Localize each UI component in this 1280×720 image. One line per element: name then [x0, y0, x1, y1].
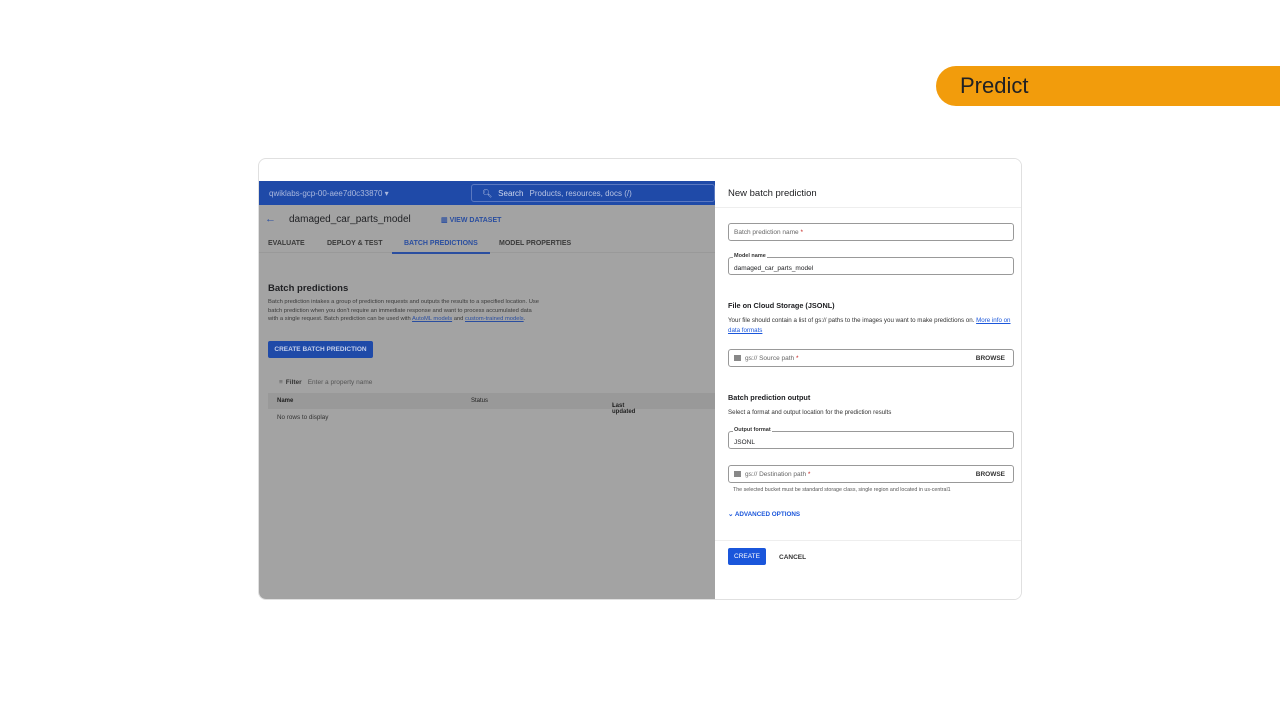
file-heading: File on Cloud Storage (JSONL): [728, 301, 835, 310]
search-label: Search: [498, 189, 524, 198]
file-description: Your file should contain a list of gs://…: [728, 317, 977, 324]
filter-bar[interactable]: ≡ Filter Enter a property name: [279, 379, 372, 386]
filter-icon: ≡: [279, 379, 283, 386]
required-mark: *: [795, 355, 799, 362]
batch-prediction-name-input[interactable]: Batch prediction name *: [728, 223, 1014, 241]
advanced-options-toggle[interactable]: ⌄ ADVANCED OPTIONS: [728, 511, 800, 518]
tab-model-properties[interactable]: MODEL PROPERTIES: [499, 240, 571, 247]
model-name-label: Model name: [733, 253, 767, 259]
search-bar[interactable]: 🔍︎ Search Products, resources, docs (/): [471, 184, 715, 202]
required-mark: *: [800, 229, 804, 236]
period: .: [523, 316, 526, 322]
filter-label: Filter: [285, 379, 302, 386]
divider: [715, 207, 1021, 208]
screenshot-card: qwiklabs-gcp-00-aee7d0c33870 ▾ 🔍︎ Search P…: [258, 158, 1022, 600]
back-arrow-icon[interactable]: ←: [265, 213, 276, 225]
cancel-button[interactable]: CANCEL: [779, 554, 806, 561]
top-bar: qwiklabs-gcp-00-aee7d0c33870 ▾ 🔍︎ Search P…: [259, 181, 715, 205]
model-title: damaged_car_parts_model: [289, 214, 411, 225]
source-path-input[interactable]: gs:// Source path * BROWSE: [728, 349, 1014, 367]
advanced-options-label: ADVANCED OPTIONS: [734, 511, 801, 518]
output-text: Select a format and output location for …: [728, 409, 892, 416]
sort-arrow-down-icon: ↓: [612, 403, 615, 409]
and-text: and: [452, 316, 466, 322]
slide-title: Predict: [936, 66, 1280, 106]
output-heading: Batch prediction output: [728, 393, 811, 402]
destination-placeholder: gs:// Destination path: [745, 471, 807, 478]
tab-batch-predictions[interactable]: BATCH PREDICTIONS: [392, 240, 490, 254]
project-name: qwiklabs-gcp-00-aee7d0c33870: [269, 189, 383, 198]
table-header: Name Status Last updated ↓: [268, 393, 715, 415]
description: Batch prediction intakes a group of pred…: [268, 298, 543, 324]
file-icon: [734, 355, 741, 362]
output-format-value: JSONL: [734, 439, 755, 446]
browse-destination-button[interactable]: BROWSE: [976, 471, 1005, 478]
model-name-field[interactable]: Model name damaged_car_parts_model: [728, 253, 1014, 275]
automl-link[interactable]: AutoML models: [412, 316, 452, 322]
panel-title: New batch prediction: [728, 188, 817, 199]
console-page: qwiklabs-gcp-00-aee7d0c33870 ▾ 🔍︎ Search P…: [259, 181, 715, 599]
last-updated-label: Last updated: [612, 403, 636, 415]
custom-trained-link[interactable]: custom-trained models: [465, 316, 524, 322]
browse-source-button[interactable]: BROWSE: [976, 355, 1005, 362]
file-text: Your file should contain a list of gs://…: [728, 316, 1018, 336]
project-selector[interactable]: qwiklabs-gcp-00-aee7d0c33870 ▾: [269, 189, 389, 198]
create-batch-prediction-button[interactable]: CREATE BATCH PREDICTION: [268, 341, 373, 358]
create-button[interactable]: CREATE: [728, 548, 766, 565]
tab-deploy-test[interactable]: DEPLOY & TEST: [327, 240, 383, 247]
source-placeholder: gs:// Source path: [745, 355, 795, 362]
chevron-down-icon: ⌄: [728, 511, 734, 518]
destination-path-input[interactable]: gs:// Destination path * BROWSE: [728, 465, 1014, 483]
view-dataset-label: VIEW DATASET: [449, 217, 502, 224]
filter-placeholder: Enter a property name: [307, 379, 373, 386]
view-dataset-link[interactable]: ▥ VIEW DATASET: [441, 216, 501, 224]
tab-evaluate[interactable]: EVALUATE: [268, 240, 305, 247]
tabs: EVALUATE DEPLOY & TEST BATCH PREDICTIONS…: [259, 235, 715, 254]
column-name[interactable]: Name: [277, 398, 293, 404]
required-mark: *: [807, 471, 811, 478]
output-format-select[interactable]: Output format JSONL: [728, 427, 1014, 449]
empty-state: No rows to display: [277, 414, 329, 421]
folder-icon: [734, 471, 741, 478]
name-placeholder: Batch prediction name: [734, 229, 799, 236]
divider: [715, 540, 1021, 541]
new-batch-prediction-panel: New batch prediction Batch prediction na…: [715, 159, 1021, 599]
section-title: Batch predictions: [268, 283, 349, 294]
column-status[interactable]: Status: [471, 398, 488, 404]
search-placeholder: Products, resources, docs (/): [529, 189, 632, 198]
model-name-value: damaged_car_parts_model: [734, 265, 814, 272]
output-format-label: Output format: [733, 427, 772, 433]
destination-hint: The selected bucket must be standard sto…: [733, 487, 951, 493]
search-icon: 🔍︎: [482, 189, 493, 198]
